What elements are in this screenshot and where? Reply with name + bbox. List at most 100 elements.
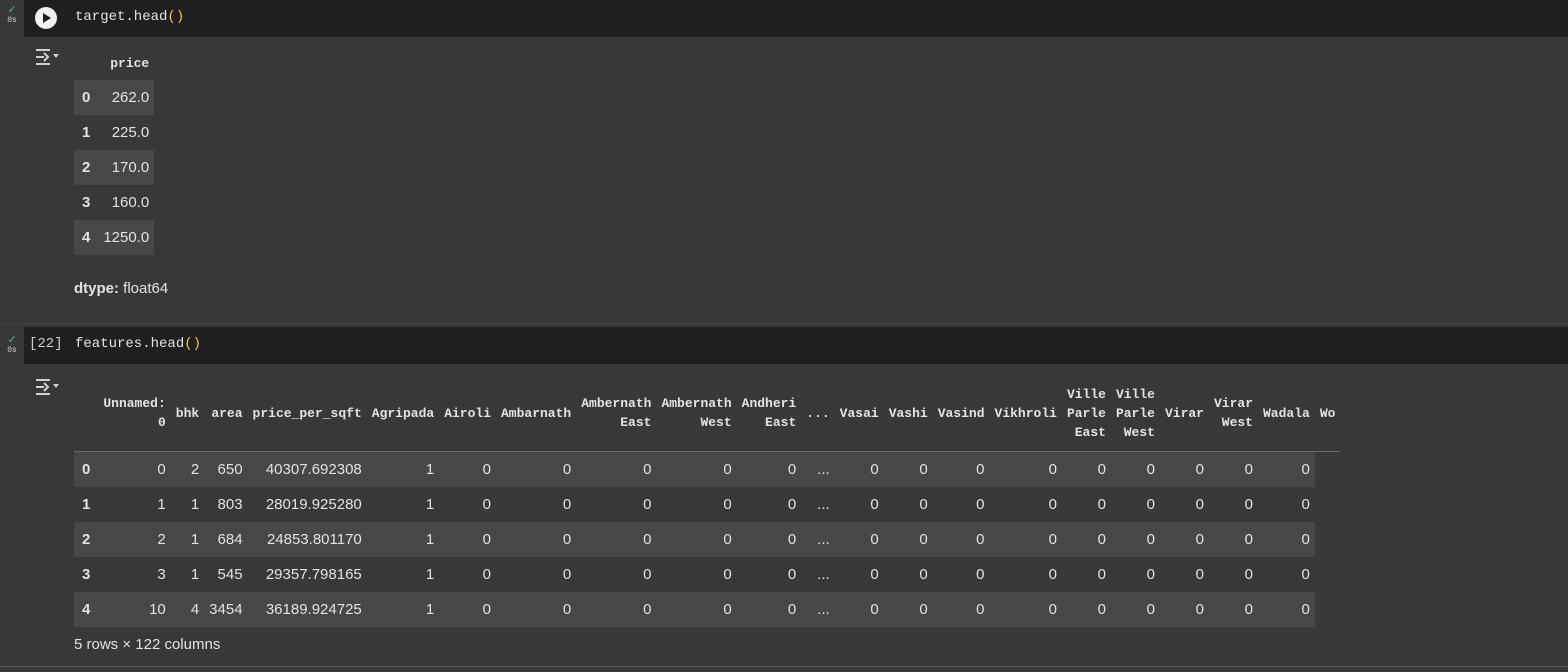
column-header: Vikhroli	[989, 376, 1062, 452]
table-row: 1 225.0	[74, 115, 155, 150]
table-cell: 1	[157, 495, 166, 513]
column-header: area	[204, 376, 248, 452]
table-cell: 0	[562, 460, 572, 478]
table-cell: 0	[1097, 495, 1106, 513]
table-cell: 0	[1301, 530, 1310, 548]
table-row: 1 1 1 803 28019.925280 1 0 0 0 0 0... 0 0 0 0 0 0 0 0 0	[74, 486, 1341, 522]
row-index: 2	[82, 530, 91, 548]
column-header: Unnamed: 0	[98, 376, 171, 452]
table-cell: 3454	[209, 600, 243, 618]
price-cell: 1250.0	[103, 229, 150, 246]
code-text: features.head	[75, 336, 185, 352]
price-cell: 225.0	[111, 124, 150, 141]
table-cell: 1	[425, 460, 435, 478]
table-cell: 0	[1048, 460, 1057, 478]
table-cell: 0	[1244, 565, 1253, 583]
row-index: 0	[82, 460, 91, 478]
column-header: Vasai	[834, 376, 884, 452]
cell-status: ✓ 0s	[4, 334, 20, 355]
column-header: Ambernath East	[576, 376, 657, 452]
table-cell: 0	[919, 495, 928, 513]
table-cell: 0	[870, 600, 879, 618]
table-cell: 40307.692308	[265, 460, 362, 478]
table-cell: 10	[149, 600, 166, 618]
cell-input[interactable]: target.head()	[24, 0, 1568, 37]
table-cell: 0	[1244, 495, 1253, 513]
cell-input[interactable]: [22] features.head()	[24, 327, 1568, 364]
index-header	[74, 376, 99, 452]
table-cell: 0	[870, 460, 879, 478]
check-icon: ✓	[8, 333, 16, 347]
table-cell: 0	[1244, 530, 1253, 548]
column-header: Virar West	[1208, 376, 1258, 452]
table-cell: 0	[976, 600, 985, 618]
table-cell: ...	[817, 565, 830, 583]
dtype-value: float64	[123, 280, 169, 297]
table-cell: 0	[1097, 600, 1106, 618]
table-cell: 0	[643, 495, 652, 513]
table-cell: 24853.801170	[266, 530, 362, 548]
table-cell: 0	[1097, 565, 1106, 583]
table-cell: 0	[1195, 460, 1204, 478]
table-cell: 0	[562, 600, 572, 618]
target-dataframe: price 0 262.0 1 225.0 2 170.0 3 160.0 4 …	[74, 47, 155, 255]
table-cell: 0	[787, 565, 797, 583]
output-actions-icon[interactable]	[34, 376, 60, 398]
table-cell: 0	[157, 460, 166, 478]
row-index: 1	[82, 495, 91, 513]
table-cell: ...	[817, 530, 830, 548]
column-header: Agripada	[366, 376, 440, 452]
table-cell: 0	[562, 495, 572, 513]
table-row: 3 160.0	[74, 185, 155, 220]
dtype-key: dtype:	[74, 280, 119, 297]
table-cell: 0	[1195, 495, 1204, 513]
table-cell: 0	[482, 495, 491, 513]
row-index: 4	[82, 600, 91, 618]
table-cell: 0	[482, 530, 491, 548]
column-header: bhk	[170, 376, 205, 452]
table-cell: 0	[870, 565, 879, 583]
table-cell: 545	[217, 565, 243, 583]
code-line[interactable]: features.head()	[75, 336, 201, 352]
table-cell: 0	[1097, 460, 1106, 478]
table-cell: 0	[1097, 530, 1106, 548]
table-cell: 0	[919, 530, 928, 548]
table-cell: 1	[190, 495, 200, 513]
table-cell: 1	[425, 565, 435, 583]
column-header: Wo	[1314, 376, 1341, 452]
column-header: Wadala	[1258, 376, 1315, 452]
table-cell: 0	[976, 460, 985, 478]
output-actions-icon[interactable]	[34, 46, 60, 68]
table-cell: 0	[919, 565, 928, 583]
table-cell: 0	[1244, 600, 1253, 618]
table-cell: 0	[787, 495, 797, 513]
table-cell: 0	[976, 495, 985, 513]
column-header: Ville Parle West	[1110, 376, 1160, 452]
table-row: 2 170.0	[74, 150, 155, 185]
code-line[interactable]: target.head()	[75, 9, 184, 25]
table-cell: 0	[643, 600, 652, 618]
table-cell: 4	[190, 600, 200, 618]
features-dataframe: Unnamed: 0 bhk area price_per_sqft Agripada Ai…	[74, 376, 1341, 627]
table-cell: ...	[817, 495, 830, 513]
cell-divider	[0, 666, 1568, 667]
price-cell: 170.0	[111, 159, 150, 176]
table-cell: 1	[425, 600, 435, 618]
price-cell: 160.0	[111, 194, 150, 211]
table-row: 0 262.0	[74, 80, 155, 115]
table-cell: 0	[643, 460, 652, 478]
table-cell: ...	[817, 600, 830, 618]
table-cell: 2	[190, 460, 200, 478]
price-cell: 262.0	[111, 89, 150, 106]
table-cell: 0	[870, 530, 879, 548]
column-header: Ambarnath	[496, 376, 577, 452]
play-icon[interactable]	[35, 7, 57, 29]
column-header: ...	[801, 376, 835, 452]
table-cell: 0	[1146, 565, 1155, 583]
code-parens: ()	[167, 9, 185, 25]
table-cell: 0	[723, 565, 732, 583]
table-cell: 1	[190, 530, 200, 548]
table-row: 3 3 1 545 29357.798165 1 0 0 0 0 0... 0 0 0 0 0 0 0 0 0	[74, 556, 1341, 592]
table-cell: 0	[1146, 600, 1155, 618]
code-parens: ()	[184, 336, 202, 352]
